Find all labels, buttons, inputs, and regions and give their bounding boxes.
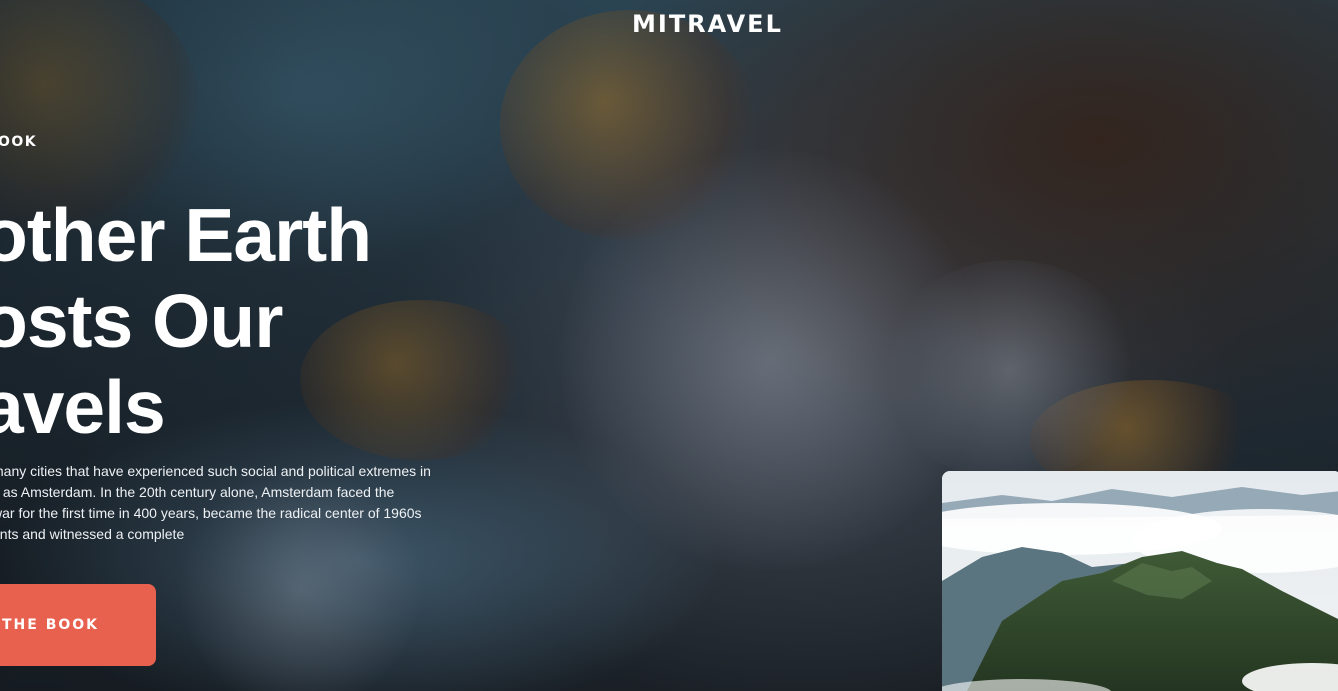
headline-line: avels [0,365,166,449]
description-line: war for the first time in 400 years, bec… [0,505,422,521]
hero-eyebrow: OOK [0,134,38,150]
headline-line: osts Our [0,279,283,363]
mountain-illustration [942,471,1338,691]
hero-headline: other Earth osts Our avels [0,192,502,450]
description-line: many cities that have experienced such s… [0,463,431,479]
mountain-thumbnail-image[interactable] [942,471,1338,691]
brand-logo[interactable]: MITRAVEL [632,10,783,38]
description-line: ents and witnessed a complete [0,526,185,542]
headline-line: other Earth [0,193,372,277]
book-cta-button[interactable]: THE BOOK [0,584,156,666]
hero-description: many cities that have experienced such s… [0,461,532,545]
description-line: y as Amsterdam. In the 20th century alon… [0,484,395,500]
